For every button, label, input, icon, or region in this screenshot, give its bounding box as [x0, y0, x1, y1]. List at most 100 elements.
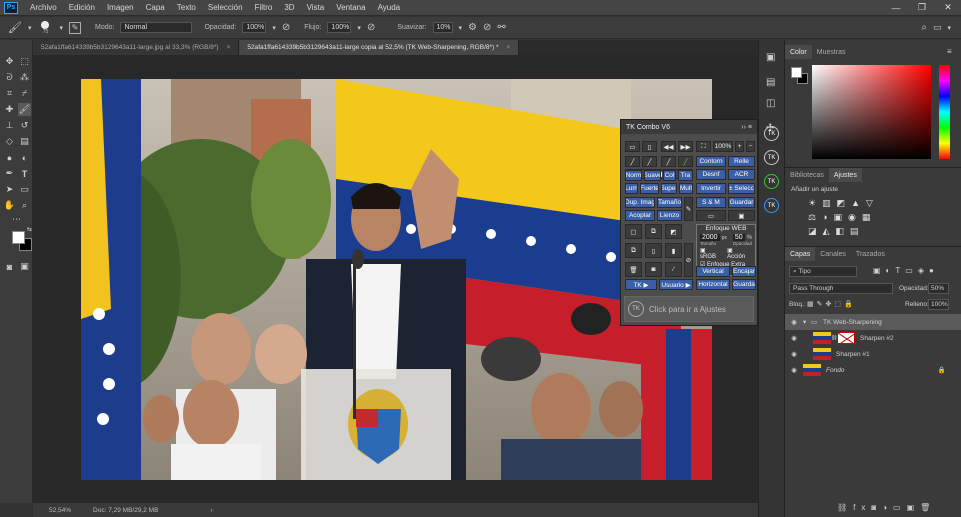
blur-tool-icon[interactable]: ● [3, 151, 16, 164]
brush-tool-icon[interactable]: 🖌 [18, 103, 31, 116]
status-arrow[interactable]: › [210, 507, 212, 514]
pen-icon[interactable]: ✎ [684, 197, 693, 221]
chevron-down-icon[interactable]: ▾ [459, 24, 463, 32]
menu-edicion[interactable]: Edición [63, 3, 101, 12]
acoplar-button[interactable]: Acoplar [625, 210, 655, 221]
wand-icon[interactable]: ⁄ [665, 262, 682, 277]
panel-menu-icon[interactable]: ›› ≡ [741, 124, 752, 131]
tra-button[interactable]: Tra [678, 170, 693, 181]
path-selection-icon[interactable]: ➤ [3, 183, 16, 196]
stamp-tool-icon[interactable]: ⊥ [3, 119, 16, 132]
layers-footer-icons[interactable]: ⛓fx◙◑▭▣🗑 [837, 503, 936, 512]
menu-capa[interactable]: Capa [140, 3, 171, 12]
fill-icon[interactable]: ▮ [665, 243, 682, 258]
menu-texto[interactable]: Texto [171, 3, 202, 12]
guarda-button[interactable]: Guarda [732, 279, 756, 290]
col-button[interactable]: Col [663, 170, 676, 181]
brush-green-icon[interactable]: ╱ [678, 156, 693, 167]
marquee-tool-icon[interactable]: ⬚ [18, 55, 31, 68]
doc-size[interactable]: Doc: 7,29 MB/29,2 MB [93, 507, 158, 514]
symmetry-icon[interactable]: ⚯ [497, 22, 505, 33]
tab-document-2[interactable]: 52afa1ffa614339b5b3129643a11-large copia… [239, 40, 520, 55]
type-tool-icon[interactable]: T [18, 167, 31, 180]
properties-icon[interactable]: ▤ [766, 77, 775, 88]
horizontal-button[interactable]: Horizontal [696, 279, 730, 290]
eye-icon[interactable]: ◉ [785, 366, 803, 374]
gear-icon[interactable]: ⚙ [468, 22, 477, 33]
tk-menu-button[interactable]: TK ▶ [625, 279, 657, 290]
smooth-input[interactable]: 10% [432, 22, 453, 33]
move-tool-icon[interactable]: ✥ [3, 55, 16, 68]
layer-mask-icon[interactable]: ▢ [625, 224, 642, 239]
sm-button[interactable]: S & M [696, 197, 726, 208]
rewind-icon[interactable]: ◀◀ [661, 141, 676, 152]
layer-row[interactable]: ◉ ▾ ▭ TK Web-Sharpening [785, 314, 961, 330]
relle-button[interactable]: Relle [728, 156, 755, 167]
airbrush-icon[interactable]: ⊘ [367, 22, 375, 33]
brush-black-icon[interactable]: ╱ [625, 156, 640, 167]
open-folder-icon[interactable]: ▭ [625, 141, 640, 152]
tamano-button[interactable]: Tamaño [657, 197, 682, 208]
foreground-color-swatch[interactable] [12, 231, 25, 244]
acr-button[interactable]: ACR [728, 169, 755, 180]
dodge-tool-icon[interactable]: ◐ [18, 151, 31, 164]
zoom-out-icon[interactable]: − [746, 141, 755, 152]
tab-document-1[interactable]: 52afa1ffa614339b5b3129643a11-large.jpg a… [33, 40, 240, 55]
lienzo-button[interactable]: Lienzo [657, 210, 682, 221]
color-picker-field[interactable] [812, 65, 931, 159]
fuerte-button[interactable]: Fuerte [640, 183, 659, 194]
layer-row[interactable]: ◉ Sharpen #1 [785, 346, 961, 362]
accion-checkbox[interactable]: ▣ Acción [727, 247, 752, 260]
fg-color-swatch[interactable] [791, 67, 802, 78]
lasso-tool-icon[interactable]: ᘐ [3, 71, 16, 84]
click-ajustes-button[interactable]: TK Click para ir a Ajustes [624, 296, 754, 322]
mult-button[interactable]: Mult [679, 183, 693, 194]
history-brush-icon[interactable]: ↺ [18, 119, 31, 132]
layer-opacity-input[interactable]: 50% [928, 283, 949, 294]
gradient-tool-icon[interactable]: ▤ [18, 135, 31, 148]
eraser-tool-icon[interactable]: ◇ [3, 135, 16, 148]
tk-icon[interactable]: TK [764, 174, 779, 189]
panel-menu-icon[interactable]: ≡ [947, 47, 952, 56]
tk-icon[interactable]: TK [764, 126, 779, 141]
trash-icon[interactable]: 🗑 [625, 262, 642, 277]
fit-screen-icon[interactable]: ⛶ [696, 141, 711, 152]
eyedropper-icon[interactable]: ⌿ [18, 87, 31, 100]
brush-white-icon[interactable]: ╱ [642, 156, 657, 167]
tab-color[interactable]: Color [785, 45, 812, 59]
usuario-menu-button[interactable]: Usuario ▶ [659, 279, 693, 290]
menu-seleccion[interactable]: Selección [202, 3, 249, 12]
blend-mode-select[interactable]: Pass Through [789, 283, 893, 294]
desnf-button[interactable]: Desnf [696, 169, 726, 180]
web-icon[interactable]: ▭ [696, 210, 726, 221]
chevron-down-icon[interactable]: ▾ [272, 24, 276, 32]
opacity-input[interactable]: 50 [732, 234, 745, 241]
layer-filter-icons[interactable]: ▣◐T▭◈● [873, 266, 939, 275]
tab-canales[interactable]: Canales [815, 247, 851, 261]
screen-mode-icon[interactable]: ▣ [18, 260, 31, 273]
menu-filtro[interactable]: Filtro [249, 3, 279, 12]
layer-row[interactable]: ◉ ⛓ Sharpen #2 [785, 330, 961, 346]
close-window-button[interactable]: ✕ [935, 2, 961, 13]
eye-icon[interactable]: ◉ [785, 334, 803, 342]
super-button[interactable]: Super [661, 183, 677, 194]
search-icon[interactable]: ⌕ [921, 22, 927, 33]
tab-bibliotecas[interactable]: Bibliotecas [785, 168, 829, 182]
lum-button[interactable]: Lum [625, 183, 638, 194]
hand-tool-icon[interactable]: ✋ [3, 199, 16, 212]
brush-settings-icon[interactable]: ✎ [69, 21, 81, 34]
norm-button[interactable]: Norm [625, 170, 642, 181]
menu-archivo[interactable]: Archivo [24, 3, 63, 12]
brush-gray-icon[interactable]: ╱ [661, 156, 676, 167]
lock-icons[interactable]: ▦✎✥⬚🔒 [807, 300, 856, 308]
menu-ayuda[interactable]: Ayuda [372, 3, 407, 12]
history-icon[interactable]: ▣ [766, 52, 775, 63]
adjust-icon[interactable]: ◩ [665, 224, 682, 239]
merge-icon[interactable]: ⧉ [645, 224, 662, 239]
pressure-size-icon[interactable]: ⊘ [483, 22, 491, 33]
pen-tool-icon[interactable]: ✒ [3, 167, 16, 180]
shape-tool-icon[interactable]: ▭ [18, 183, 31, 196]
link-icon[interactable]: ⊘ [684, 243, 693, 277]
encajar-button[interactable]: Encajar [732, 266, 756, 277]
chevron-down-icon[interactable]: ▾ [803, 318, 811, 326]
